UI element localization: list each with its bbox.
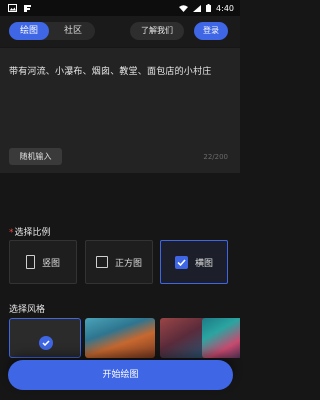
ratio-option-portrait[interactable]: 竖图 — [9, 240, 77, 284]
start-drawing-button[interactable]: 开始绘图 — [8, 360, 233, 390]
login-button[interactable]: 登录 — [194, 22, 228, 40]
random-input-button[interactable]: 随机输入 — [9, 148, 62, 165]
checkbox-checked-icon — [174, 255, 188, 269]
style-option-selected[interactable] — [9, 318, 81, 358]
ratio-section-title: *选择比例 — [9, 228, 51, 238]
wifi-icon — [179, 4, 189, 12]
prompt-input[interactable]: 带有河流、小瀑布、烟囱、教堂、面包店的小村庄 随机输入 22/200 — [0, 48, 240, 173]
gallery-icon — [8, 4, 17, 12]
app-logo-icon — [24, 4, 31, 12]
check-circle-icon — [39, 336, 53, 350]
ratio-option-label: 正方图 — [114, 258, 142, 269]
ratio-option-landscape[interactable]: 横图 — [160, 240, 228, 284]
tab-draw[interactable]: 绘图 — [9, 22, 49, 40]
ratio-option-square[interactable]: 正方图 — [85, 240, 153, 284]
ratio-option-label: 横图 — [194, 258, 213, 269]
style-option-thumbnail[interactable] — [85, 318, 155, 358]
required-asterisk: * — [9, 228, 14, 238]
style-section-title: 选择风格 — [9, 305, 46, 315]
tab-switcher: 绘图 社区 — [9, 22, 95, 40]
battery-icon — [206, 4, 212, 12]
signal-icon — [193, 4, 202, 12]
tab-community[interactable]: 社区 — [51, 22, 95, 40]
style-option-thumbnail[interactable] — [202, 318, 240, 358]
portrait-shape-icon — [25, 255, 35, 269]
clock: 4:40 — [216, 3, 234, 13]
prompt-text: 带有河流、小瀑布、烟囱、教堂、面包店的小村庄 — [9, 67, 212, 77]
about-us-button[interactable]: 了解我们 — [130, 22, 184, 40]
ratio-option-label: 竖图 — [41, 258, 60, 269]
square-shape-icon — [95, 256, 108, 268]
top-header: 绘图 社区 了解我们 登录 — [0, 16, 240, 47]
char-counter: 22/200 — [203, 153, 228, 161]
status-bar: 4:40 — [0, 0, 240, 16]
